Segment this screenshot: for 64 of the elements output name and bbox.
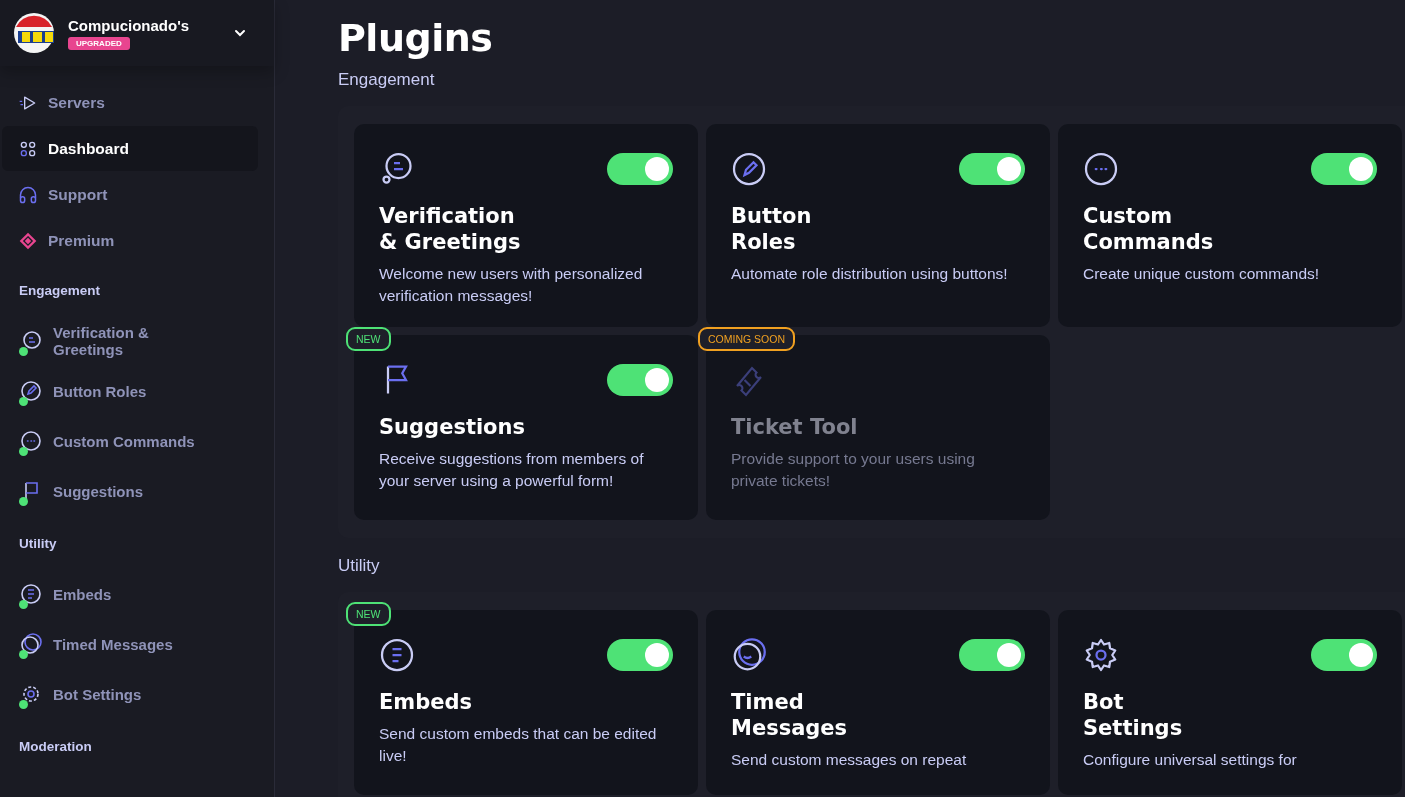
list-bubble-icon <box>19 582 43 606</box>
dots-bubble-icon <box>1083 151 1119 187</box>
section-title: Engagement <box>338 70 436 90</box>
plan-badge: UPGRADED <box>68 36 130 50</box>
card-title: Ticket Tool <box>731 414 859 440</box>
headphones-icon <box>18 184 38 205</box>
diamond-icon <box>18 230 38 251</box>
section-title: Utility <box>338 556 381 576</box>
toggle-switch[interactable] <box>959 153 1025 185</box>
server-header[interactable]: Compucionado's UPGRADED <box>0 0 274 66</box>
card-description: Receive suggestions from members of your server using a powerful form! <box>379 449 645 491</box>
card-title: Button Roles <box>731 203 813 255</box>
plugin-card[interactable]: Bot Settings Configure universal settings for <box>1058 610 1402 795</box>
sidebar-section-title: Moderation <box>18 738 93 756</box>
nav-item[interactable]: Dashboard <box>2 126 258 171</box>
card-description: Send custom messages on repeat <box>731 750 968 770</box>
sidebar-item[interactable]: Suggestions <box>0 466 274 516</box>
nav-item[interactable]: Servers <box>2 80 258 125</box>
plugin-card[interactable]: Verification & Greetings Welcome new users with personalized verification messages! <box>354 124 698 327</box>
chevron-down-icon[interactable] <box>234 29 246 37</box>
sidebar-item[interactable]: Button Roles <box>0 366 274 416</box>
sidebar-item[interactable]: Embeds <box>0 569 274 619</box>
toggle-switch[interactable] <box>959 639 1025 671</box>
plugin-card[interactable]: Timed Messages Send custom messages on repeat <box>706 610 1050 795</box>
status-badge: NEW <box>346 327 391 351</box>
card-title: Bot Settings <box>1083 689 1184 741</box>
toggle-switch[interactable] <box>607 153 673 185</box>
toggle-switch[interactable] <box>607 639 673 671</box>
sidebar-item[interactable]: Verification & Greetings <box>0 316 274 366</box>
sidebar-section-title: Engagement <box>18 282 101 300</box>
card-description: Create unique custom commands! <box>1083 264 1321 284</box>
page-title: Plugins <box>338 16 494 60</box>
plugin-card[interactable]: Button Roles Automate role distribution using buttons! <box>706 124 1050 327</box>
card-description: Welcome new users with personalized verification messages! <box>379 264 644 306</box>
nav-item[interactable]: Support <box>2 172 258 217</box>
nav-item[interactable]: Premium <box>2 218 258 263</box>
pencil-icon <box>731 151 767 187</box>
card-description: Send custom embeds that can be edited live! <box>379 724 657 766</box>
sidebar-item[interactable]: Bot Settings <box>0 669 274 719</box>
toggle-switch[interactable] <box>1311 153 1377 185</box>
card-description: Provide support to your users using private tickets! <box>731 449 976 491</box>
plugin-card[interactable]: Custom Commands Create unique custom commands! <box>1058 124 1402 327</box>
card-description: Automate role distribution using buttons! <box>731 264 1009 284</box>
sidebar-section-title: Utility <box>18 535 58 553</box>
server-name: Compucionado's <box>68 16 191 34</box>
settings-icon <box>1083 637 1119 673</box>
card-title: Timed Messages <box>731 689 849 741</box>
clock-icon <box>19 632 43 656</box>
chat-bubble-icon <box>379 151 415 187</box>
toggle-switch[interactable] <box>1311 639 1377 671</box>
dots-bubble-icon <box>19 429 43 453</box>
clock-icon <box>731 637 767 673</box>
sidebar-item[interactable]: Timed Messages <box>0 619 274 669</box>
toggle-switch[interactable] <box>607 364 673 396</box>
status-badge: COMING SOON <box>698 327 795 351</box>
card-description: Configure universal settings for <box>1083 750 1298 770</box>
card-title: Embeds <box>379 689 474 715</box>
pencil-icon <box>19 379 43 403</box>
card-title: Custom Commands <box>1083 203 1215 255</box>
card-title: Suggestions <box>379 414 526 440</box>
status-badge: NEW <box>346 602 391 626</box>
list-bubble-icon <box>379 637 415 673</box>
card-title: Verification & Greetings <box>379 203 522 255</box>
sidebar-item[interactable]: Custom Commands <box>0 416 274 466</box>
